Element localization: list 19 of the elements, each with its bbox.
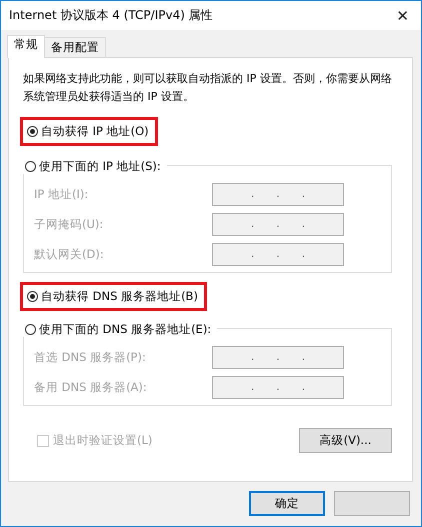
field-label: 默认网关(D): [34, 247, 104, 262]
option-label[interactable]: 使用下面的 IP 地址(S): [39, 159, 161, 174]
advanced-button[interactable]: 高级(V)... [299, 428, 392, 453]
window-title: Internet 协议版本 4 (TCP/IPv4) 属性 [9, 7, 213, 24]
radio-button[interactable] [27, 126, 38, 137]
radio-button[interactable] [25, 324, 36, 335]
option-label[interactable]: 自动获得 DNS 服务器地址(B) [41, 289, 198, 304]
close-button[interactable]: ✕ [394, 6, 411, 24]
description-text: 如果网络支持此功能，则可以获取自动指派的 IP 设置。否则，你需要从网络系统管理员处获得适当的 IP 设置。 [23, 71, 393, 105]
field-label: 子网掩码(U): [34, 217, 104, 232]
field-label: 首选 DNS 服务器(P): [34, 350, 146, 365]
tab[interactable]: 备用配置 [44, 37, 106, 57]
tab[interactable]: 常规 [7, 35, 45, 58]
option-label[interactable]: 自动获得 IP 地址(O) [41, 124, 149, 139]
field-label: 备用 DNS 服务器(A): [34, 380, 147, 395]
ok-button[interactable]: 确定 [249, 491, 325, 516]
field-label: IP 地址(I): [34, 187, 88, 202]
radio-button[interactable] [27, 291, 38, 302]
radio-button[interactable] [25, 161, 36, 172]
